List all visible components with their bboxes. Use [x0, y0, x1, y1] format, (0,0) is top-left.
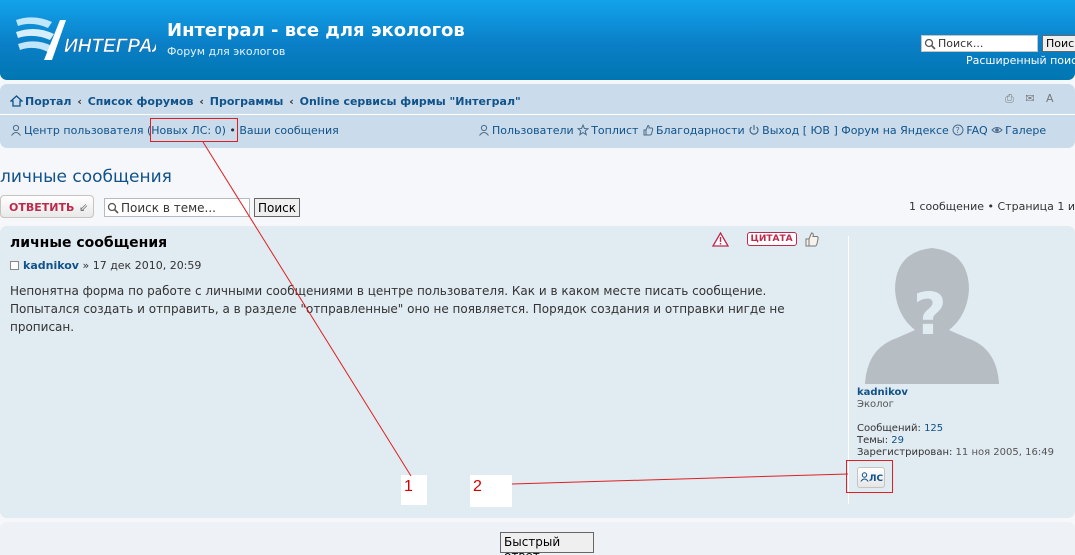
user-icon	[11, 124, 21, 136]
font-size-icon[interactable]: A	[1046, 92, 1054, 105]
user-nav-right: Пользователи Топлист Благодарности Выход…	[478, 124, 1046, 137]
breadcrumb-separator: ‹	[199, 95, 204, 108]
power-icon	[749, 125, 759, 135]
svg-text:?: ?	[956, 126, 960, 135]
breadcrumb-separator: ‹	[289, 95, 294, 108]
svg-text:?: ?	[913, 280, 947, 348]
header-search-placeholder: Поиск...	[938, 37, 984, 50]
breadcrumb-online-services[interactable]: Online сервисы фирмы "Интеграл"	[300, 95, 521, 108]
profile-username[interactable]: kadnikov	[857, 387, 908, 398]
site-title: Интеграл - все для экологов	[167, 20, 465, 41]
profile-info: kadnikov Эколог Сообщений: 125 Темы: 29 …	[857, 387, 1054, 459]
advanced-search-link[interactable]: Расширенный поис	[966, 54, 1075, 67]
profile-registered-label: Зарегистрирован:	[857, 447, 953, 458]
search-icon	[924, 38, 936, 50]
post: личные сообщения kadnikov » 17 дек 2010,…	[0, 226, 1075, 518]
post-author-link[interactable]: kadnikov	[23, 259, 79, 272]
eye-icon	[991, 127, 1003, 133]
annotation-label-1: 1	[401, 475, 427, 505]
gallery-link[interactable]: Галере	[1005, 124, 1046, 137]
logout-username[interactable]: [ ЮВ ]	[803, 124, 838, 137]
annotation-box-pm-button	[846, 460, 893, 493]
profile-topics: Темы: 29	[857, 435, 1054, 447]
members-icon	[479, 124, 489, 136]
report-icon[interactable]	[712, 231, 729, 247]
breadcrumb-forums[interactable]: Список форумов	[88, 95, 194, 108]
ucp-link[interactable]: Центр пользователя	[24, 124, 143, 137]
site-logo[interactable]: ИНТЕГРАЛ	[14, 12, 156, 68]
help-icon: ?	[952, 124, 964, 136]
reply-arrow-icon: ⇙	[79, 201, 89, 214]
breadcrumb: Портал ‹ Список форумов ‹ Программы ‹ On…	[9, 95, 521, 108]
members-link[interactable]: Пользователи	[492, 124, 574, 137]
topic-search-button[interactable]: Поиск	[254, 198, 300, 217]
topic-search-placeholder: Поиск в теме...	[121, 201, 216, 215]
quick-reply-button[interactable]: Быстрый ответ	[500, 532, 594, 555]
annotation-label-2: 2	[470, 475, 512, 507]
topic-search-input[interactable]: Поиск в теме...	[104, 198, 250, 217]
post-author-line: kadnikov » 17 дек 2010, 20:59	[10, 259, 201, 272]
thumbs-up-icon	[643, 124, 654, 136]
post-date: » 17 дек 2010, 20:59	[82, 259, 202, 272]
thanks-link[interactable]: Благодарности	[656, 124, 745, 137]
toplist-link[interactable]: Топлист	[591, 124, 638, 137]
header-search-input[interactable]: Поиск...	[921, 35, 1038, 52]
reply-button[interactable]: ОТВЕТИТЬ ⇙	[0, 195, 94, 218]
your-posts-link[interactable]: Ваши сообщения	[239, 124, 338, 137]
post-content: Непонятна форма по работе с личными сооб…	[10, 284, 785, 334]
profile-topics-label: Темы:	[857, 435, 889, 446]
breadcrumb-separator: ‹	[77, 95, 82, 108]
reply-button-label: ОТВЕТИТЬ	[9, 201, 75, 214]
profile-posts: Сообщений: 125	[857, 423, 1054, 435]
star-icon	[577, 124, 590, 136]
page-tools: ⎙ ✉ A	[1005, 92, 1062, 106]
pagination-info: 1 сообщение • Страница 1 и	[909, 200, 1075, 213]
print-icon[interactable]: ⎙	[1005, 92, 1014, 106]
navbar-divider	[0, 114, 1075, 115]
profile-posts-label: Сообщений:	[857, 423, 921, 434]
profile-topics-value[interactable]: 29	[891, 435, 904, 446]
avatar: ?	[865, 248, 999, 384]
thanks-thumb-icon[interactable]	[804, 231, 820, 247]
breadcrumb-programs[interactable]: Программы	[210, 95, 284, 108]
site-description: Форум для экологов	[167, 45, 286, 58]
topic-title[interactable]: личные сообщения	[0, 167, 172, 187]
quote-button[interactable]: ЦИТАТА	[746, 232, 797, 246]
profile-registered: Зарегистрирован: 11 ноя 2005, 16:49	[857, 447, 1054, 459]
profile-rank: Эколог	[857, 399, 894, 410]
yandex-forum-link[interactable]: Форум на Яндексе	[841, 124, 949, 137]
search-icon	[107, 202, 119, 214]
post-buttons: ЦИТАТА	[712, 231, 820, 247]
breadcrumb-portal[interactable]: Портал	[25, 95, 72, 108]
annotation-box-new-pm	[150, 118, 238, 142]
logout-link[interactable]: Выход	[762, 124, 799, 137]
home-icon[interactable]	[9, 95, 24, 107]
post-icon[interactable]	[10, 261, 19, 270]
profile-registered-value: 11 ноя 2005, 16:49	[955, 447, 1054, 458]
post-title[interactable]: личные сообщения	[10, 235, 167, 251]
faq-link[interactable]: FAQ	[966, 124, 987, 137]
profile-posts-value[interactable]: 125	[924, 423, 943, 434]
svg-text:ИНТЕГРАЛ: ИНТЕГРАЛ	[64, 36, 156, 57]
header-search-button[interactable]: Поис	[1042, 35, 1075, 52]
email-icon[interactable]: ✉	[1025, 92, 1034, 105]
site-header: ИНТЕГРАЛ Интеграл - все для экологов Фор…	[0, 0, 1075, 80]
